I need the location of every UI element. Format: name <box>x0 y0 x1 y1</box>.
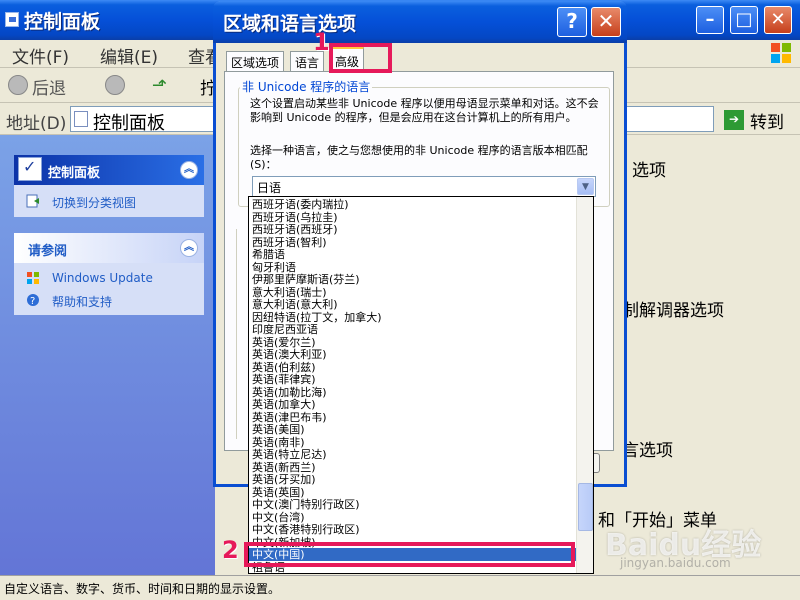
status-text: 自定义语言、数字、货币、时间和日期的显示设置。 <box>4 582 281 596</box>
annotation-box-chinese-prc <box>244 542 575 567</box>
collapse-chevron-icon[interactable]: ︽ <box>180 161 198 179</box>
back-button-label[interactable]: 后退 <box>32 74 66 99</box>
annotation-box-advanced-tab <box>329 43 392 73</box>
dropdown-option[interactable]: 英语(南非) <box>249 436 577 449</box>
category-view-icon <box>26 194 39 208</box>
address-label: 地址(D) <box>6 114 67 134</box>
up-folder-icon[interactable]: ⬏ <box>152 75 167 96</box>
go-arrow-icon[interactable]: ➔ <box>724 110 744 130</box>
help-button[interactable]: ? <box>557 7 587 37</box>
dropdown-option[interactable]: 英语(美国) <box>249 423 577 436</box>
control-panel-icon <box>5 12 19 27</box>
address-value: 控制面板 <box>93 113 165 134</box>
language-dropdown-list[interactable]: 西班牙语(委内瑞拉) 西班牙语(乌拉圭) 西班牙语(西班牙) 西班牙语(智利) 希腊语匈… <box>248 196 594 574</box>
windows-update-text: Windows Update <box>52 271 153 285</box>
dropdown-option[interactable]: 匈牙利语 <box>249 261 577 274</box>
dropdown-option[interactable]: 因纽特语(拉丁文，加拿大) <box>249 311 577 324</box>
maximize-button[interactable]: □ <box>730 6 758 34</box>
control-panel-box-title: 控制面板 <box>48 166 101 181</box>
dialog-title-bar: 区域和语言选项 ? ✕ <box>213 1 627 43</box>
close-button[interactable]: ✕ <box>764 6 792 34</box>
hidden-group-edge <box>236 229 246 439</box>
windows-update-icon <box>27 272 39 284</box>
non-unicode-description: 这个设置启动某些非 Unicode 程序以便用母语显示菜单和对话。这不会影响到 … <box>250 97 599 124</box>
tab-regional-options[interactable]: 区域选项 <box>226 51 285 71</box>
dropdown-option[interactable]: 伊那里萨摩斯语(芬兰) <box>249 273 577 286</box>
control-panel-icon <box>74 111 88 127</box>
dropdown-option[interactable]: 中文(澳门特别行政区) <box>249 498 577 511</box>
non-unicode-group-label: 非 Unicode 程序的语言 <box>240 78 373 95</box>
annotation-number-2: 2 <box>222 536 239 564</box>
control-panel-box-header[interactable]: 控制面板 ︽ <box>14 155 204 185</box>
dropdown-option[interactable]: 英语(澳大利亚) <box>249 348 577 361</box>
main-window-title: 控制面板 <box>24 11 101 33</box>
menu-edit[interactable]: 编辑(E) <box>100 43 158 68</box>
dropdown-option[interactable]: 中文(台湾) <box>249 511 577 524</box>
chevron-down-icon[interactable]: ▼ <box>577 178 594 195</box>
help-icon: ? <box>27 294 39 307</box>
dropdown-option[interactable]: 英语(加勒比海) <box>249 386 577 399</box>
help-support-link[interactable]: ? 帮助和支持 <box>14 289 204 311</box>
background-item-language[interactable]: 言选项 <box>622 436 673 461</box>
dropdown-option[interactable]: 英语(爱尔兰) <box>249 336 577 349</box>
selected-language: 日语 <box>257 181 282 195</box>
see-also-box: 请参阅 ︽ Windows Update ? 帮助和支持 <box>14 233 204 315</box>
dropdown-option[interactable]: 西班牙语(乌拉圭) <box>249 211 577 224</box>
dropdown-option[interactable]: 西班牙语(智利) <box>249 236 577 249</box>
background-item-options[interactable]: 选项 <box>632 156 666 181</box>
dropdown-option[interactable]: 西班牙语(西班牙) <box>249 223 577 236</box>
annotation-number-1: 1 <box>313 28 330 56</box>
dropdown-option[interactable]: 英语(牙买加) <box>249 473 577 486</box>
see-also-title: 请参阅 <box>28 244 68 259</box>
control-panel-box: 控制面板 ︽ 切换到分类视图 <box>14 155 204 217</box>
minimize-button[interactable]: – <box>696 6 724 34</box>
collapse-chevron-icon[interactable]: ︽ <box>180 239 198 257</box>
dropdown-option[interactable]: 英语(津巴布韦) <box>249 411 577 424</box>
task-pane: 控制面板 ︽ 切换到分类视图 请参阅 ︽ Windows Update ? 帮助 <box>0 135 215 575</box>
back-arrow-icon[interactable] <box>8 75 28 95</box>
help-support-text: 帮助和支持 <box>52 295 113 309</box>
dropdown-option[interactable]: 中文(香港特别行政区) <box>249 523 577 536</box>
windows-update-link[interactable]: Windows Update <box>14 267 204 289</box>
see-also-box-header[interactable]: 请参阅 ︽ <box>14 233 204 263</box>
switch-category-view-text: 切换到分类视图 <box>52 196 137 210</box>
watermark-url: jingyan.baidu.com <box>620 556 731 570</box>
dropdown-option[interactable]: 英语(伯利兹) <box>249 361 577 374</box>
dropdown-option[interactable]: 英语(新西兰) <box>249 461 577 474</box>
language-select-prompt: 选择一种语言，使之与您想使用的非 Unicode 程序的语言版本相匹配(S)： <box>250 144 588 171</box>
dropdown-scrollbar[interactable] <box>576 197 593 573</box>
dropdown-option[interactable]: 意大利语(意大利) <box>249 298 577 311</box>
status-bar: 自定义语言、数字、货币、时间和日期的显示设置。 <box>0 575 800 600</box>
go-button-label[interactable]: 转到 <box>750 108 784 133</box>
dropdown-option[interactable]: 意大利语(瑞士) <box>249 286 577 299</box>
windows-logo-icon <box>771 43 791 63</box>
non-unicode-language-select[interactable]: 日语 ▼ <box>252 176 596 197</box>
forward-arrow-icon[interactable] <box>105 75 125 95</box>
switch-category-view-link[interactable]: 切换到分类视图 <box>14 190 204 212</box>
dropdown-scroll-thumb[interactable] <box>578 483 593 531</box>
background-item-modem[interactable]: 制解调器选项 <box>622 296 724 321</box>
dropdown-option[interactable]: 英语(加拿大) <box>249 398 577 411</box>
control-panel-icon <box>18 157 42 181</box>
dropdown-option[interactable]: 西班牙语(委内瑞拉) <box>249 198 577 211</box>
menu-file[interactable]: 文件(F) <box>12 43 69 68</box>
dropdown-option[interactable]: 英语(特立尼达) <box>249 448 577 461</box>
svg-text:?: ? <box>30 296 35 307</box>
dropdown-option[interactable]: 印度尼西亚语 <box>249 323 577 336</box>
dropdown-option[interactable]: 英语(英国) <box>249 486 577 499</box>
dialog-close-button[interactable]: ✕ <box>591 7 621 37</box>
dropdown-option[interactable]: 英语(菲律宾) <box>249 373 577 386</box>
dropdown-option[interactable]: 希腊语 <box>249 248 577 261</box>
dialog-title: 区域和语言选项 <box>223 13 357 35</box>
